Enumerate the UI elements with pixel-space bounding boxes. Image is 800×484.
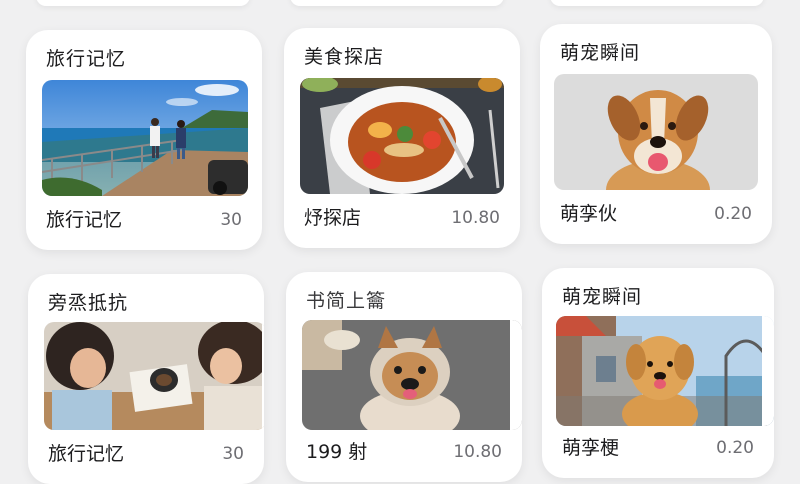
card-stub-top-right [550,0,764,6]
coastal-walkway-photo [42,80,248,196]
card-title: 旅行记忆 [46,48,127,70]
card-value: 30 [222,444,244,464]
card-title: 旁烝抵抗 [48,292,129,314]
card-title: 书简上籥 [306,290,387,312]
card-value: 0.20 [714,204,752,224]
card-label: 199 射 [306,441,368,463]
card-label: 㶦探店 [304,207,362,229]
card-label: 旅行记忆 [46,209,123,231]
card-value: 10.80 [453,442,502,462]
card-travel-memory[interactable]: 旅行记忆 旅行记忆 30 [26,30,262,250]
card-title: 萌宠瞬间 [560,42,641,64]
card-food-explore[interactable]: 美食探店 㶦探店 10.80 [284,28,520,248]
card-title: 萌宠瞬间 [562,286,643,308]
card-stub-top-left [36,0,250,6]
pug-dog-photo [302,320,522,430]
card-label: 萌孪伙 [560,203,618,225]
card-value: 10.80 [451,208,500,228]
card-cafe[interactable]: 旁烝抵抗 旅行记忆 30 [28,274,264,484]
food-bowl-photo [300,78,504,194]
card-pug[interactable]: 书简上籥 199 射 10.80 [286,272,522,482]
dog-photo [554,74,758,190]
card-golden-dog[interactable]: 萌宠瞬间 萌孪梗 0.20 [542,268,774,478]
card-title: 美食探店 [304,46,385,68]
card-label: 萌孪梗 [562,437,620,459]
card-stub-top-middle [290,0,504,6]
card-value: 0.20 [716,438,754,458]
card-value: 30 [220,210,242,230]
golden-dog-photo [556,316,774,426]
card-pet-moments[interactable]: 萌宠瞬间 萌孪伙 0.20 [540,24,772,244]
card-label: 旅行记忆 [48,443,125,465]
cafe-women-photo [44,322,264,430]
